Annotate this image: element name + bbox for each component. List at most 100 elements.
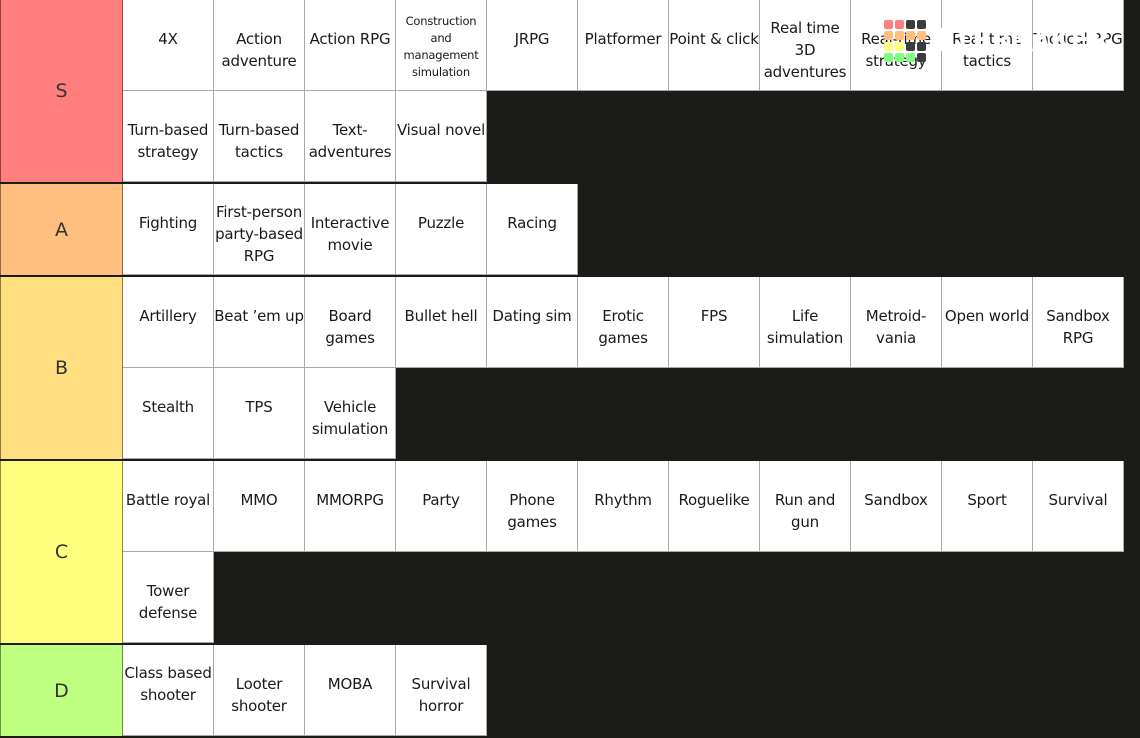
tier-item-card[interactable]: 4X <box>123 0 214 91</box>
tier-item-label: Metroid-vania <box>865 307 927 347</box>
tier-items-container: Fighting First-person party-based RPG Inte… <box>123 184 1140 275</box>
tier-item-label: Sport <box>967 491 1007 509</box>
tier-item-card[interactable]: Board games <box>305 277 396 368</box>
tier-item-label: Survival horror <box>411 675 471 715</box>
tier-item-card[interactable]: Tower defense <box>123 552 214 643</box>
tier-item-card[interactable]: Sandbox <box>851 461 942 552</box>
logo-text: TiERMAKER <box>933 23 1110 59</box>
tier-item-label: MMORPG <box>316 491 384 509</box>
tier-item-label: Tower defense <box>138 582 198 622</box>
tier-label[interactable]: C <box>0 461 123 643</box>
tier-item-label: Turn-based tactics <box>218 121 300 161</box>
tier-item-label: Vehicle simulation <box>311 398 389 438</box>
tier-item-label: Puzzle <box>417 214 465 232</box>
tier-item-label: Phone games <box>507 491 557 531</box>
tier-items-container: Battle royal MMO MMORPG Party Phone games Rhy… <box>123 461 1140 643</box>
tier-item-card[interactable]: Rhythm <box>578 461 669 552</box>
tier-item-label: Fighting <box>138 214 198 232</box>
tier-item-label: JRPG <box>514 30 550 48</box>
logo-grid-square <box>906 42 915 51</box>
tier-item-card[interactable]: FPS <box>669 277 760 368</box>
tier-item-card[interactable]: Visual novel <box>396 91 487 182</box>
tier-item-card[interactable]: Erotic games <box>578 277 669 368</box>
tier-item-label: MMO <box>240 491 278 509</box>
tier-item-card[interactable]: Party <box>396 461 487 552</box>
tier-item-card[interactable]: TPS <box>214 368 305 459</box>
logo-grid-square <box>884 53 893 62</box>
logo-grid-square <box>884 42 893 51</box>
tier-item-card[interactable]: Class based shooter <box>123 645 214 736</box>
tier-item-label: Action RPG <box>309 30 391 48</box>
tier-item-card[interactable]: Interactive movie <box>305 184 396 275</box>
tier-item-card[interactable]: Stealth <box>123 368 214 459</box>
tier-item-card[interactable]: Vehicle simulation <box>305 368 396 459</box>
logo-grid-square <box>895 31 904 40</box>
tier-item-label: Looter shooter <box>231 675 287 715</box>
tier-label[interactable]: S <box>0 0 123 182</box>
tier-row-a: A Fighting First-person party-based RPG Int… <box>0 184 1140 277</box>
tier-item-label: Text-adventures <box>308 121 392 161</box>
tier-item-card[interactable]: Racing <box>487 184 578 275</box>
tier-item-card[interactable]: Beat ’em up <box>214 277 305 368</box>
tier-item-card[interactable]: Battle royal <box>123 461 214 552</box>
tier-item-label: Sandbox RPG <box>1046 307 1110 347</box>
tier-item-label: 4X <box>158 30 178 48</box>
tier-item-card[interactable]: Platformer <box>578 0 669 91</box>
tier-item-label: Stealth <box>142 398 194 416</box>
tier-item-card[interactable]: JRPG <box>487 0 578 91</box>
tier-item-card[interactable]: Text-adventures <box>305 91 396 182</box>
tier-item-card[interactable]: Construction and management simulation <box>396 0 487 91</box>
tier-item-card[interactable]: Roguelike <box>669 461 760 552</box>
tier-item-card[interactable]: Point & click <box>669 0 760 91</box>
tier-item-card[interactable]: Phone games <box>487 461 578 552</box>
tier-item-card[interactable]: Sandbox RPG <box>1033 277 1124 368</box>
logo-grid-square <box>917 20 926 29</box>
tier-item-label: Battle royal <box>125 491 211 509</box>
tier-item-label: Visual novel <box>396 121 486 139</box>
tier-item-card[interactable]: Turn-based tactics <box>214 91 305 182</box>
tier-item-card[interactable]: Survival <box>1033 461 1124 552</box>
logo-grid-square <box>906 31 915 40</box>
tier-label[interactable]: A <box>0 184 123 275</box>
tier-item-card[interactable]: Artillery <box>123 277 214 368</box>
tier-item-label: MOBA <box>327 675 373 693</box>
logo-grid-square <box>895 42 904 51</box>
tier-item-card[interactable]: Action adventure <box>214 0 305 91</box>
tier-item-card[interactable]: Fighting <box>123 184 214 275</box>
tier-item-card[interactable]: Open world <box>942 277 1033 368</box>
tier-item-card[interactable]: Life simulation <box>760 277 851 368</box>
logo-grid-square <box>895 20 904 29</box>
tier-item-label: Erotic games <box>598 307 648 347</box>
tier-item-card[interactable]: Bullet hell <box>396 277 487 368</box>
tier-item-label: Real time 3D adventures <box>763 19 847 81</box>
tier-item-card[interactable]: Survival horror <box>396 645 487 736</box>
tier-items-container: Class based shooter Looter shooter MOBA Sur… <box>123 645 1140 736</box>
tier-item-card[interactable]: Turn-based strategy <box>123 91 214 182</box>
tier-item-card[interactable]: MMORPG <box>305 461 396 552</box>
tier-item-card[interactable]: Run and gun <box>760 461 851 552</box>
tier-item-card[interactable]: Puzzle <box>396 184 487 275</box>
tier-label[interactable]: D <box>0 645 123 736</box>
tier-row-b: B Artillery Beat ’em up Board games Bullet h… <box>0 277 1140 461</box>
tier-item-label: Beat ’em up <box>214 307 304 325</box>
tier-item-label: Board games <box>325 307 375 347</box>
tier-item-card[interactable]: MOBA <box>305 645 396 736</box>
tier-item-card[interactable]: Real time 3D adventures <box>760 0 851 91</box>
tier-item-card[interactable]: Action RPG <box>305 0 396 91</box>
logo-grid-square <box>884 31 893 40</box>
tier-items-container: Artillery Beat ’em up Board games Bullet he… <box>123 277 1140 459</box>
tier-item-card[interactable]: Metroid-vania <box>851 277 942 368</box>
tier-item-label: Artillery <box>139 307 197 325</box>
tier-item-card[interactable]: First-person party-based RPG <box>214 184 305 275</box>
tier-item-label: Party <box>422 491 460 509</box>
tier-item-label: Platformer <box>584 30 662 48</box>
tier-item-card[interactable]: Dating sim <box>487 277 578 368</box>
tier-label[interactable]: B <box>0 277 123 459</box>
tier-item-card[interactable]: MMO <box>214 461 305 552</box>
tier-item-card[interactable]: Sport <box>942 461 1033 552</box>
tier-item-label: Life simulation <box>766 307 844 347</box>
logo-grid-square <box>906 53 915 62</box>
tier-item-card[interactable]: Looter shooter <box>214 645 305 736</box>
tier-item-label: Bullet hell <box>404 307 478 325</box>
logo-grid-icon <box>884 20 926 62</box>
